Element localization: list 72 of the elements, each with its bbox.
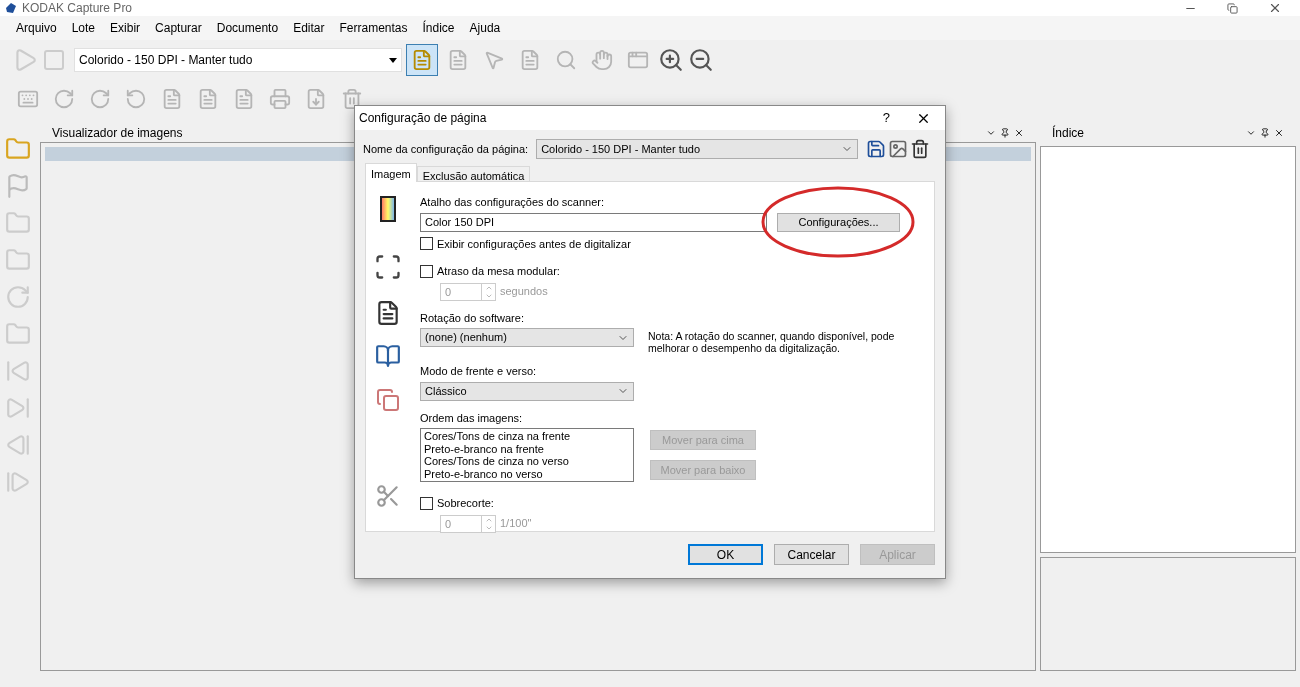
circle-arrow-icon[interactable] — [5, 284, 31, 310]
panel-title: Índice — [1052, 124, 1085, 142]
save-icon[interactable] — [866, 139, 887, 159]
book-icon — [375, 343, 401, 369]
stop-icon[interactable] — [42, 48, 66, 72]
dialog-title: Configuração de página — [359, 110, 487, 127]
first-icon[interactable] — [5, 358, 31, 384]
tab[interactable]: Exclusão automática — [416, 166, 531, 182]
flag-icon[interactable] — [5, 173, 31, 199]
restore-icon[interactable] — [1227, 2, 1238, 14]
settings-button[interactable]: Configurações... — [777, 212, 900, 232]
list-item[interactable]: Cores/Tons de cinza na frente — [424, 430, 630, 443]
folder-icon[interactable] — [5, 136, 31, 162]
duplex-select[interactable]: Clássico — [420, 381, 634, 401]
field-label: Rotação do software: — [420, 310, 525, 326]
menu-item[interactable]: Arquivo — [16, 19, 57, 37]
checkbox-label: Sobrecorte: — [437, 496, 494, 511]
dialog-button[interactable]: OK — [688, 544, 763, 565]
dropdown-arrow-icon — [389, 57, 397, 63]
next-icon[interactable] — [5, 469, 31, 495]
menu-item[interactable]: Documento — [216, 19, 279, 37]
field-label: Nome da configuração da página: — [363, 141, 529, 157]
menu-item[interactable]: Ferramentas — [339, 19, 408, 37]
document-icon — [375, 300, 401, 326]
scissors-icon — [375, 483, 401, 509]
menu-item[interactable]: Ajuda — [469, 19, 501, 37]
folder-icon[interactable] — [5, 210, 31, 236]
unit-label: segundos — [500, 284, 548, 300]
pin-icon[interactable] — [1260, 128, 1270, 138]
pin-icon[interactable] — [1000, 128, 1010, 138]
folder-icon[interactable] — [5, 321, 31, 347]
unit-label: 1/100" — [500, 516, 532, 532]
dialog-button[interactable]: Cancelar — [774, 544, 849, 565]
menu-item[interactable]: Lote — [71, 19, 96, 37]
folder-icon[interactable] — [5, 247, 31, 273]
checkbox[interactable] — [420, 237, 433, 251]
checkbox-label: Atraso da mesa modular: — [437, 264, 560, 279]
menu-item[interactable]: Exibir — [110, 19, 141, 37]
close-icon[interactable] — [1274, 128, 1284, 138]
tab[interactable]: Imagem — [365, 163, 417, 182]
list-item[interactable]: Preto-e-branco na frente — [424, 442, 630, 455]
close-icon[interactable] — [1268, 1, 1282, 15]
scanner-shortcut-field[interactable]: Color 150 DPI — [420, 212, 767, 232]
trash-icon[interactable] — [910, 139, 931, 159]
field-label: Atalho das configurações do scanner: — [420, 195, 606, 210]
picture-icon[interactable] — [888, 139, 909, 159]
menu-item[interactable]: Editar — [293, 19, 325, 37]
config-name-combo[interactable]: Colorido - 150 DPI - Manter tudo — [536, 139, 859, 159]
zoom-out-icon[interactable] — [688, 47, 714, 73]
list-item[interactable]: Preto-e-branco no verso — [424, 467, 630, 480]
rotation-select[interactable]: (none) (nenhum) — [420, 328, 634, 347]
window-title: KODAK Capture Pro — [22, 0, 133, 17]
list-item[interactable]: Cores/Tons de cinza no verso — [424, 455, 630, 468]
field-label: Ordem das imagens: — [420, 410, 524, 426]
last-icon[interactable] — [5, 395, 31, 421]
gradient-card-icon — [380, 196, 396, 222]
dropdown-icon[interactable] — [986, 128, 996, 138]
help-button[interactable]: ? — [882, 108, 890, 128]
field-label: Modo de frente e verso: — [420, 364, 538, 379]
pages-icon — [376, 388, 400, 412]
dropdown-icon[interactable] — [1246, 128, 1256, 138]
close-icon[interactable] — [1014, 128, 1024, 138]
checkbox-label: Exibir configurações antes de digitalizar — [437, 236, 631, 252]
setup-combo[interactable]: Colorido - 150 DPI - Manter tudo — [74, 48, 402, 72]
previous-icon[interactable] — [5, 432, 31, 458]
page-setup-icon[interactable] — [406, 44, 438, 76]
app-logo-icon — [4, 2, 18, 14]
note-text: Nota: A rotação do scanner, quando disponível, pode melhorar o desempenho da digitalização. — [648, 330, 896, 354]
panel-title: Visualizador de imagens — [52, 125, 183, 142]
menu-item[interactable]: Capturar — [155, 19, 202, 37]
menu-item[interactable]: Índice — [422, 19, 455, 37]
zoom-in-icon[interactable] — [658, 47, 684, 73]
